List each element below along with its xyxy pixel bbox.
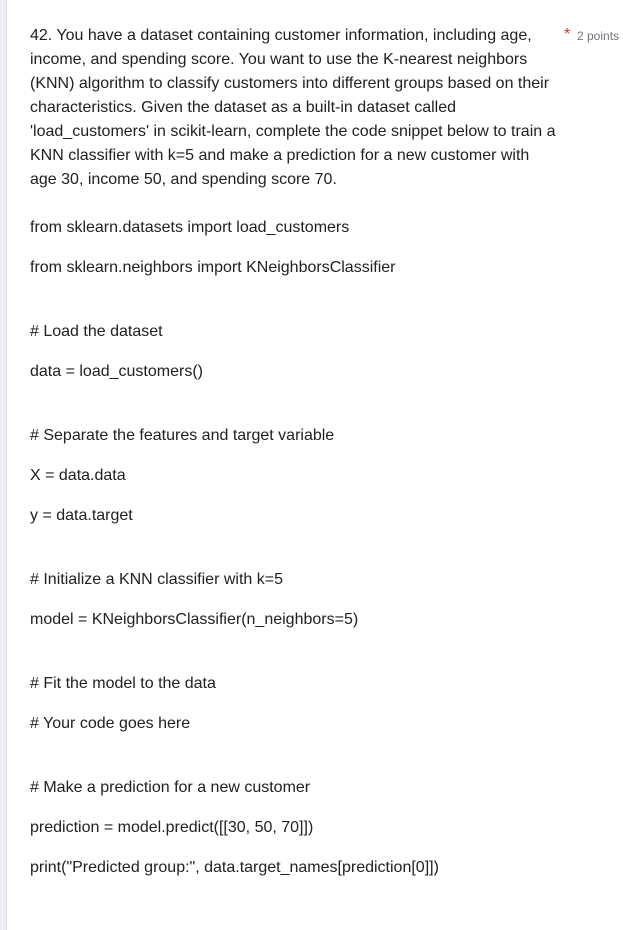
question-card: 42. You have a dataset containing custom…	[6, 0, 623, 930]
code-line-load-data: data = load_customers()	[30, 363, 203, 380]
code-comment-fit: # Fit the model to the data	[30, 675, 216, 692]
code-line-features: X = data.data	[30, 467, 126, 484]
code-line-prediction: prediction = model.predict([[30, 50, 70]…	[30, 819, 314, 836]
code-line-import-datasets: from sklearn.datasets import load_custom…	[30, 219, 350, 236]
code-line-target: y = data.target	[30, 507, 133, 524]
code-comment-separate: # Separate the features and target varia…	[30, 427, 335, 444]
question-text: 42. You have a dataset containing custom…	[30, 27, 556, 188]
code-comment-predict: # Make a prediction for a new customer	[30, 779, 311, 796]
code-line-import-neighbors: from sklearn.neighbors import KNeighbors…	[30, 259, 396, 276]
points-label: 2 points	[577, 29, 620, 43]
code-comment-your-code: # Your code goes here	[30, 715, 191, 732]
code-comment-init: # Initialize a KNN classifier with k=5	[30, 571, 283, 588]
required-asterisk: *	[564, 26, 571, 43]
code-line-model: model = KNeighborsClassifier(n_neighbors…	[30, 611, 359, 628]
code-line-print: print("Predicted group:", data.target_na…	[30, 859, 439, 876]
code-comment-load: # Load the dataset	[30, 323, 163, 340]
